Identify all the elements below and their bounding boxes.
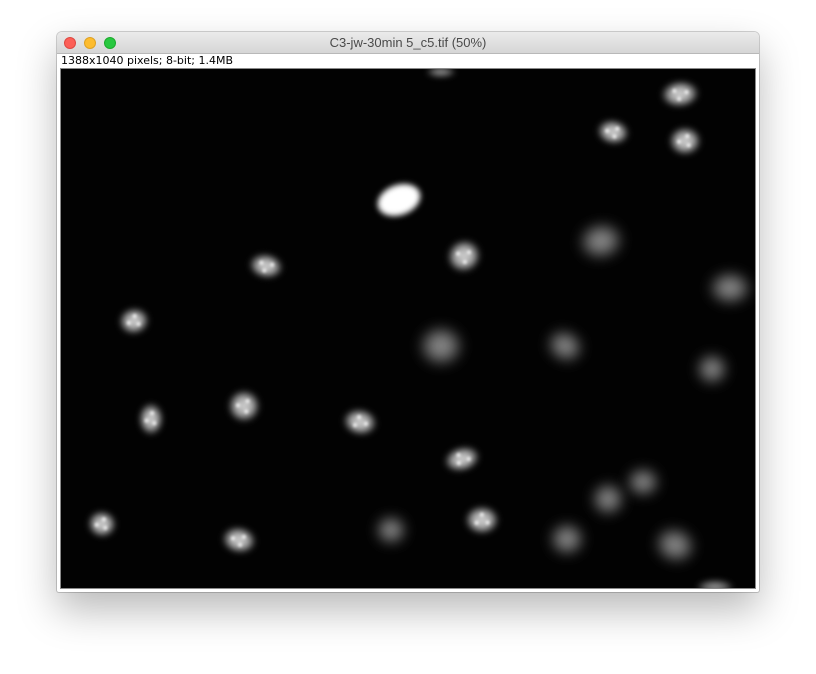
nucleus-speckle — [479, 512, 485, 517]
nucleus-speckle — [241, 534, 247, 540]
nucleus-speckle — [403, 200, 408, 205]
cell-nucleus — [138, 402, 164, 436]
nucleus-speckle — [262, 268, 267, 273]
cell-nucleus — [548, 521, 586, 557]
cell-nucleus — [625, 466, 661, 498]
nucleus-speckle — [101, 517, 107, 522]
nucleus-speckle — [244, 409, 249, 414]
nucleus-speckle — [245, 399, 250, 404]
nucleus-speckle — [485, 520, 490, 525]
nucleus-speckle — [259, 260, 264, 266]
nucleus-speckle — [363, 421, 369, 426]
nucleus-speckle — [235, 403, 241, 408]
image-window: C3-jw-30min 5_c5.tif (50%) 1388x1040 pix… — [57, 32, 759, 592]
nucleus-speckle — [612, 134, 617, 139]
nucleus-speckle — [466, 250, 472, 255]
title-bar[interactable]: C3-jw-30min 5_c5.tif (50%) — [57, 32, 759, 54]
nucleus-speckle — [237, 542, 243, 548]
nucleus-speckle — [103, 525, 108, 530]
nucleus-speckle — [396, 192, 402, 197]
nucleus-speckle — [456, 460, 462, 466]
image-canvas[interactable] — [60, 68, 756, 589]
cell-nucleus — [464, 505, 500, 535]
nucleus-speckle — [462, 259, 468, 265]
nucleus-speckle — [132, 313, 137, 319]
nucleus-speckle — [94, 522, 100, 527]
nucleus-speckle — [672, 88, 677, 94]
image-info-text: 1388x1040 pixels; 8-bit; 1.4MB — [57, 54, 759, 68]
nucleus-speckle — [230, 536, 236, 541]
nucleus-speckle — [149, 411, 155, 416]
nucleus-speckle — [390, 200, 395, 205]
nucleus-speckle — [356, 414, 362, 420]
nucleus-speckle — [455, 251, 461, 256]
window-title: C3-jw-30min 5_c5.tif (50%) — [329, 35, 487, 50]
micrograph-image[interactable] — [61, 69, 755, 588]
cell-nucleus — [707, 270, 753, 306]
nucleus-speckle — [136, 321, 141, 327]
nucleus-speckle — [456, 452, 461, 458]
nucleus-speckle — [152, 420, 157, 426]
nucleus-speckle — [269, 262, 275, 268]
cell-nucleus — [417, 324, 465, 368]
nucleus-speckle — [352, 422, 358, 428]
nucleus-speckle — [686, 142, 691, 148]
nucleus-speckle — [684, 89, 689, 95]
nucleus-speckle — [615, 126, 620, 131]
nucleus-speckle — [144, 418, 149, 423]
cell-nucleus — [695, 352, 729, 386]
nucleus-speckle — [676, 139, 682, 144]
nucleus-speckle — [474, 520, 479, 525]
cell-nucleus — [668, 126, 702, 156]
cell-nucleus — [374, 514, 408, 546]
nucleus-speckle — [466, 456, 471, 462]
nucleus-speckle — [685, 133, 690, 139]
nucleus-speckle — [605, 128, 610, 134]
nucleus-speckle — [126, 320, 132, 326]
nucleus-speckle — [676, 96, 682, 102]
